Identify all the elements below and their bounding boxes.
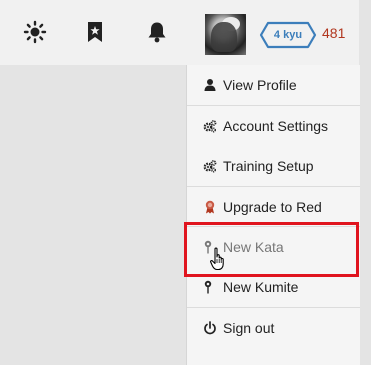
rank-badge: 4 kyu <box>259 21 317 49</box>
cogs-icon <box>203 159 217 173</box>
menu-item-view-profile[interactable]: View Profile <box>187 67 360 103</box>
top-navbar: 4 kyu 481 <box>0 0 359 65</box>
menu-item-label: View Profile <box>223 77 297 93</box>
menu-item-account-settings[interactable]: Account Settings <box>187 108 360 144</box>
user-dropdown-menu: View Profile Account Settings Training S… <box>186 65 360 365</box>
menu-divider <box>187 186 360 187</box>
menu-item-upgrade-to-red[interactable]: Upgrade to Red <box>187 189 360 225</box>
map-pin-icon <box>203 280 217 294</box>
menu-item-label: Training Setup <box>223 158 314 174</box>
menu-item-sign-out[interactable]: Sign out <box>187 310 360 346</box>
sun-icon[interactable] <box>23 20 47 44</box>
menu-divider <box>187 105 360 106</box>
menu-item-training-setup[interactable]: Training Setup <box>187 148 360 184</box>
rank-label: 4 kyu <box>273 29 303 41</box>
menu-item-label: Account Settings <box>223 118 329 134</box>
ribbon-icon <box>203 200 217 214</box>
menu-divider <box>187 307 360 308</box>
bell-icon[interactable] <box>145 20 169 44</box>
bookmark-star-icon[interactable] <box>83 20 107 44</box>
hand-pointer-cursor-icon <box>210 247 228 271</box>
cogs-icon <box>203 119 217 133</box>
menu-item-label: Upgrade to Red <box>223 199 322 215</box>
power-icon <box>203 321 217 335</box>
honor-score: 481 <box>322 25 346 41</box>
avatar[interactable] <box>205 14 246 55</box>
user-icon <box>203 78 217 92</box>
menu-item-label: Sign out <box>223 320 275 336</box>
